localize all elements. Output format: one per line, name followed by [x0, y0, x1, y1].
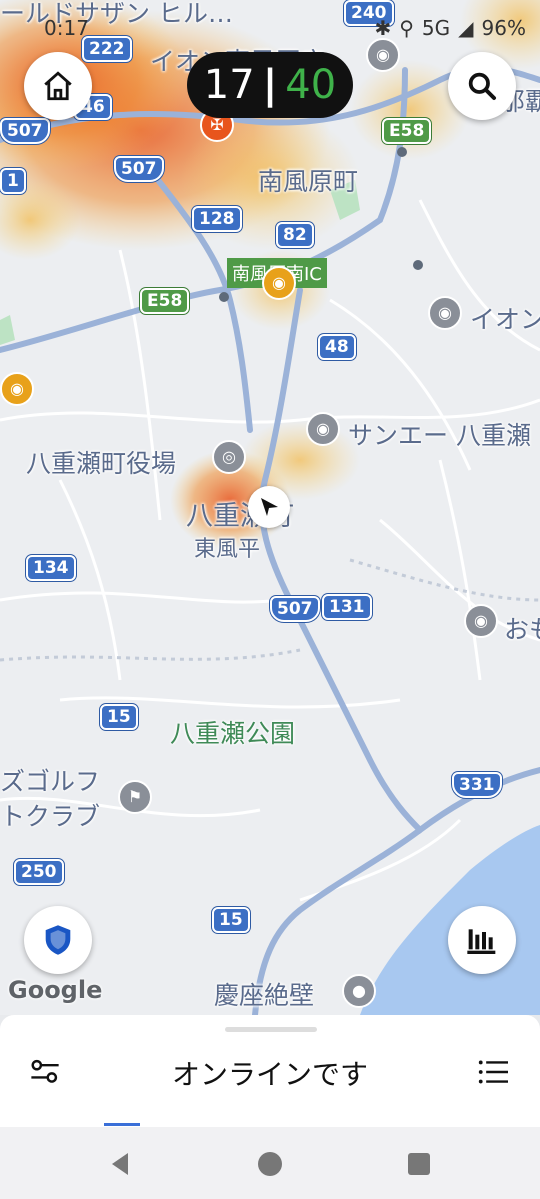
place-label-omo: おも — [504, 615, 540, 644]
counter-pill: 17 | 40 — [187, 52, 353, 118]
route-shield: 15 — [212, 907, 250, 933]
town-hall-icon[interactable]: ◎ — [212, 440, 246, 474]
route-shield: 507 — [270, 596, 320, 622]
shopping-bag-icon[interactable]: ◉ — [262, 266, 296, 300]
expressway-shield: E58 — [140, 288, 190, 314]
shopping-bag-icon[interactable]: ◉ — [0, 372, 34, 406]
landmark-icon[interactable]: ◉ — [464, 604, 498, 638]
route-shield: 134 — [26, 555, 76, 581]
route-shield: 128 — [192, 206, 242, 232]
list-icon — [478, 1060, 508, 1084]
place-label-haebaru: 南風原町 — [258, 167, 359, 196]
place-label-golf-2: トクラブ — [0, 802, 101, 831]
route-shield: 48 — [318, 334, 356, 360]
status-time: 0:17 — [44, 16, 89, 40]
place-label-golf-1: ズゴルフ — [0, 767, 101, 796]
bottom-sheet[interactable]: オンラインです — [0, 1015, 540, 1127]
place-label-aeon: イオン — [470, 305, 540, 334]
route-shield: 507 — [0, 118, 50, 144]
status-bar: 0:17 ✱ ⚲ 5G ◢ 96% — [0, 0, 540, 54]
recents-icon[interactable] — [408, 1153, 430, 1175]
network-type: 5G — [421, 16, 451, 40]
menu-list-button[interactable] — [476, 1057, 510, 1091]
shopping-icon[interactable]: ◉ — [428, 296, 462, 330]
sheet-drag-handle[interactable] — [225, 1027, 317, 1032]
back-icon[interactable] — [108, 1151, 132, 1177]
place-label-yaese-office: 八重瀬町役場 — [26, 449, 177, 478]
route-shield: 15 — [100, 704, 138, 730]
route-shield: 250 — [14, 859, 64, 885]
expressway-shield: E58 — [382, 118, 432, 144]
signal-icon: ◢ — [458, 16, 474, 40]
home-icon — [44, 71, 72, 101]
counter-right: 40 — [285, 62, 337, 108]
current-location-arrow-icon — [248, 486, 290, 528]
place-label-kochinda: 東風平 — [194, 537, 261, 562]
online-status-text: オンラインです — [171, 1058, 368, 1091]
bar-chart-icon — [467, 929, 496, 954]
shield-icon — [45, 925, 71, 955]
battery-level: 96% — [481, 16, 526, 40]
counter-left: 17 — [203, 62, 255, 108]
golf-icon[interactable]: ⚑ — [118, 780, 152, 814]
bluetooth-icon: ✱ — [374, 16, 392, 40]
route-shield: 331 — [452, 772, 502, 798]
earnings-chart-button[interactable] — [448, 906, 516, 974]
counter-separator: | — [262, 62, 278, 108]
route-shield: 1 — [0, 168, 26, 194]
place-label-sanei: サンエー 八重瀬 — [348, 421, 531, 450]
search-button[interactable] — [448, 52, 516, 120]
home-button[interactable] — [24, 52, 92, 120]
safety-button[interactable] — [24, 906, 92, 974]
viewpoint-icon[interactable]: ● — [342, 974, 376, 1008]
map-view[interactable]: ールドサザン ヒル… イオン東風原店 那覇 南風原町 イオン サンエー 八重瀬 … — [0, 0, 540, 1015]
route-shield: 131 — [322, 594, 372, 620]
location-icon: ⚲ — [399, 16, 414, 40]
route-shield: 82 — [276, 222, 314, 248]
active-tab-indicator — [104, 1123, 140, 1126]
search-icon — [468, 72, 496, 100]
system-navigation-bar — [0, 1127, 540, 1199]
shopping-cart-icon[interactable]: ◉ — [306, 412, 340, 446]
place-label-gusan: 慶座絶壁 — [214, 981, 315, 1010]
home-nav-icon[interactable] — [258, 1152, 282, 1176]
route-shield: 507 — [114, 156, 164, 182]
place-label-yaese-park: 八重瀬公園 — [170, 719, 296, 748]
google-attribution: Google — [8, 976, 103, 1004]
